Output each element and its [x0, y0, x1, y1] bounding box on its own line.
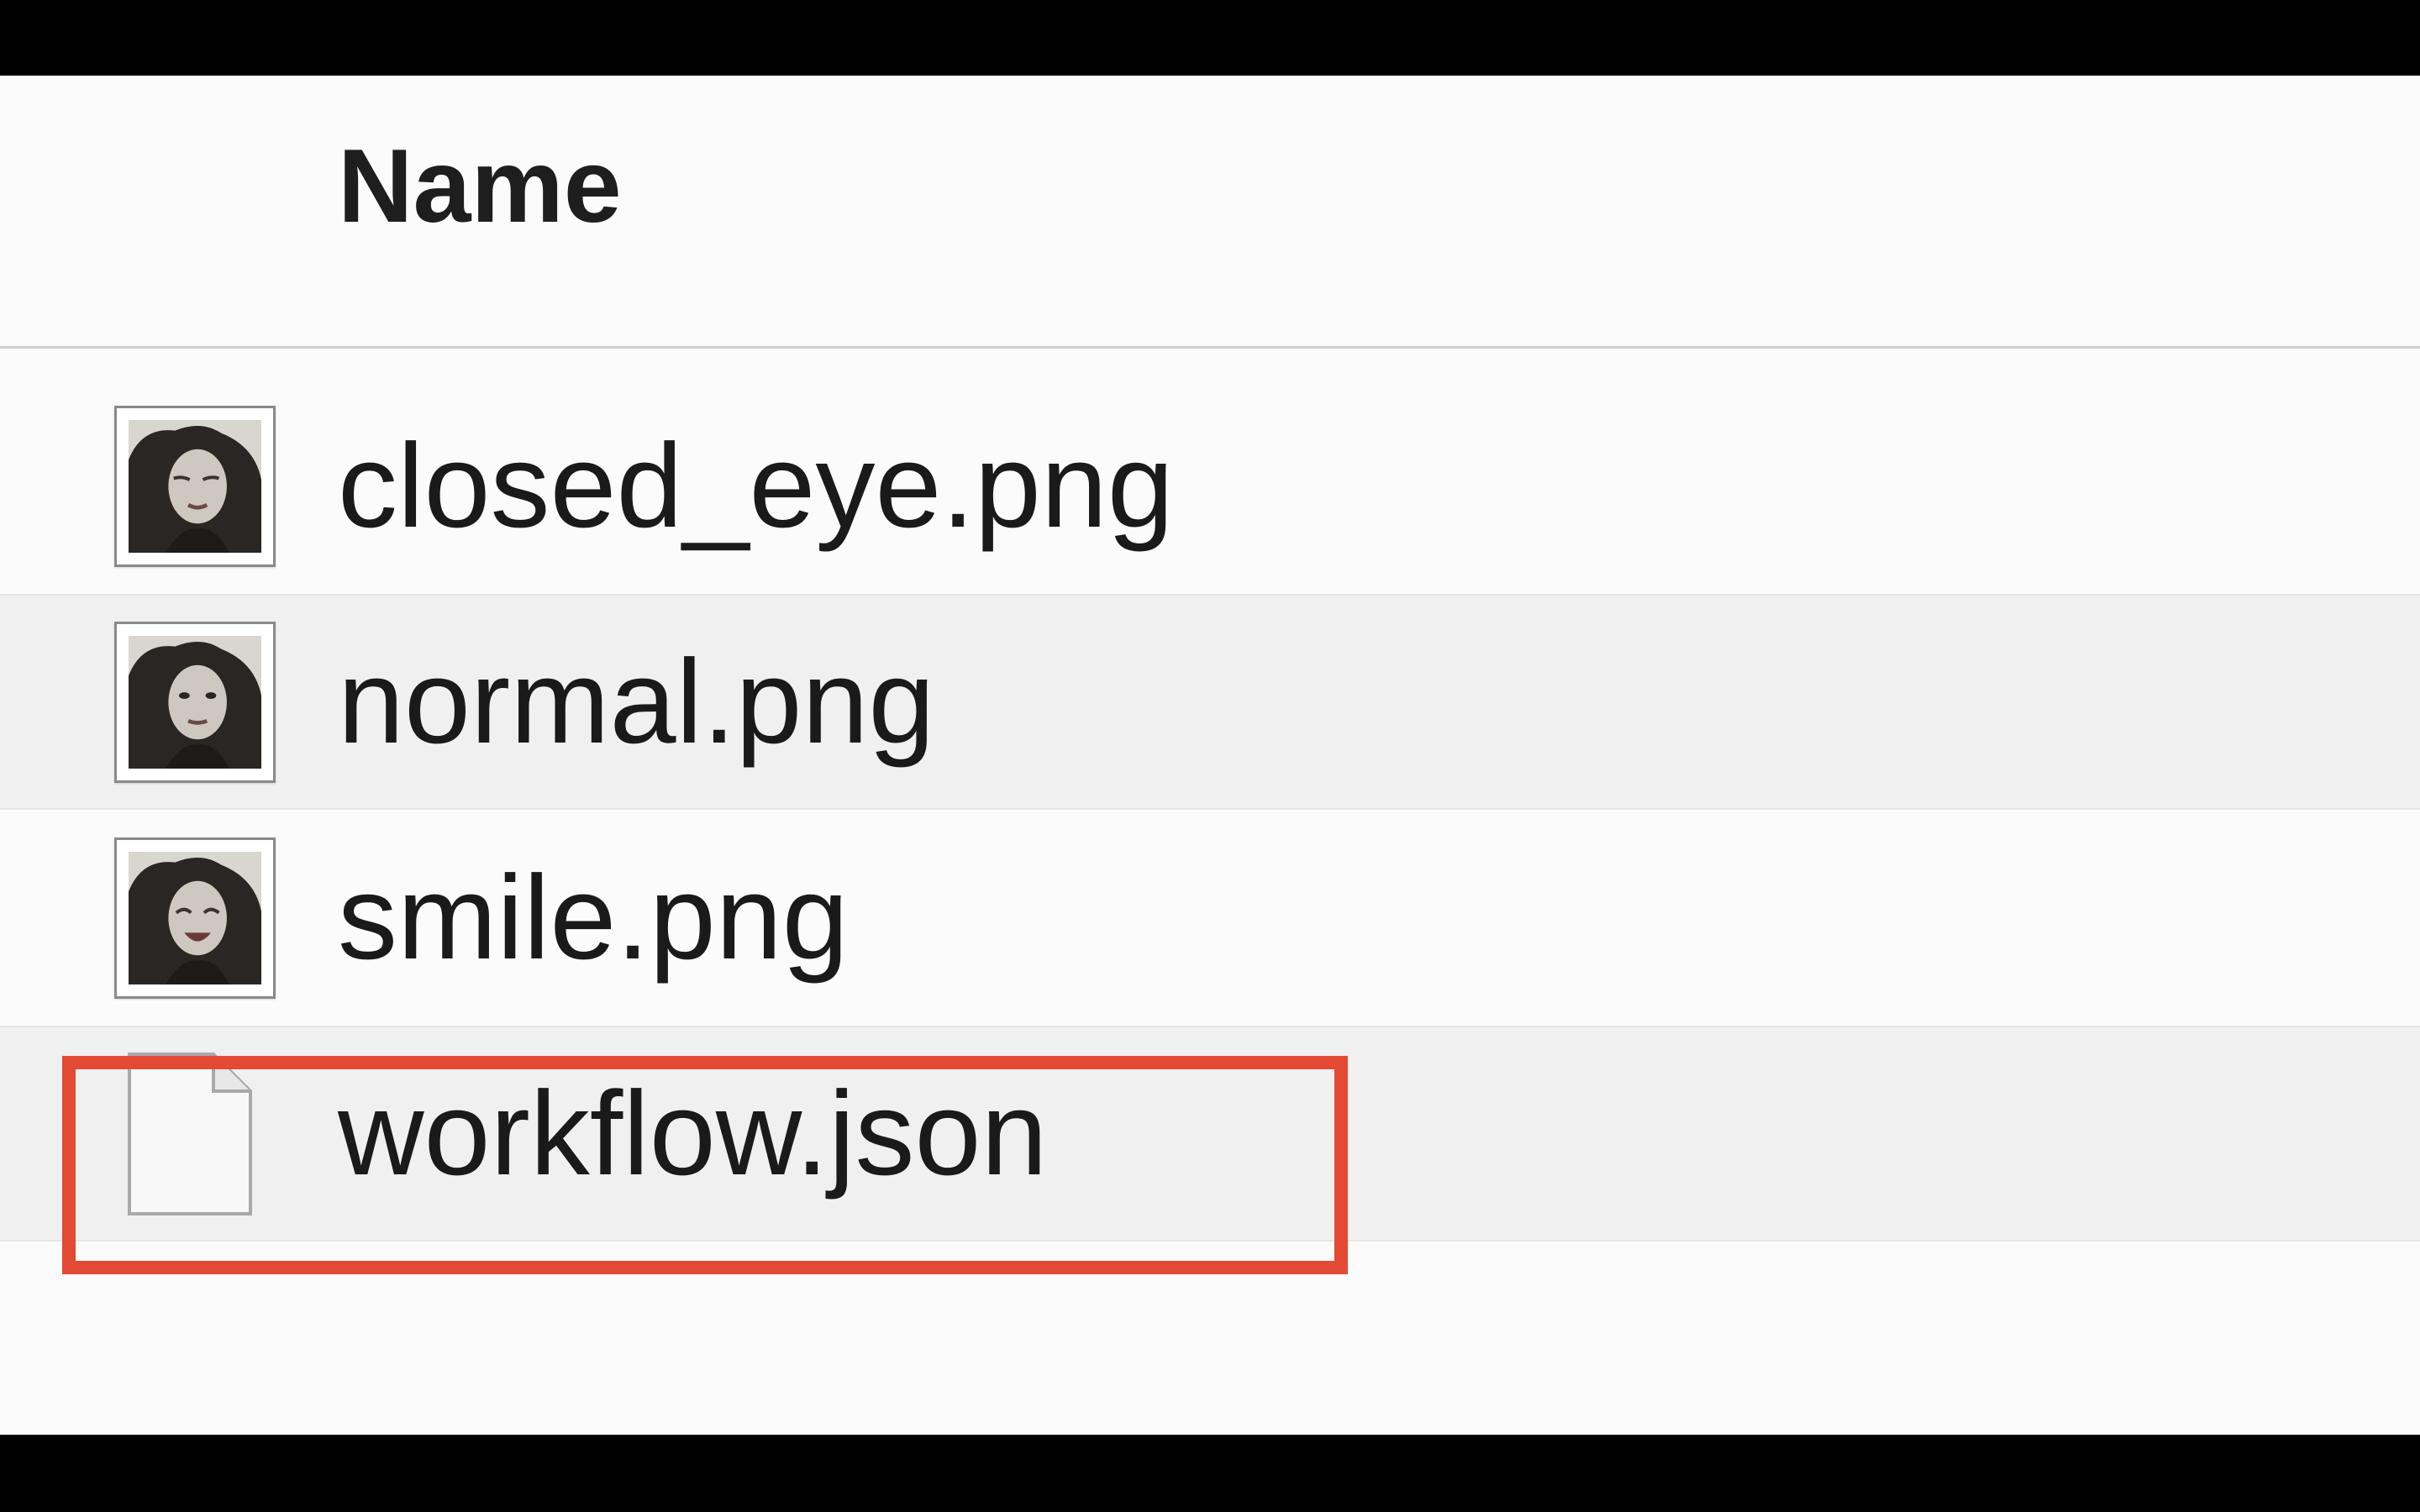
file-name: workflow.json: [338, 1066, 1048, 1200]
file-row-workflow[interactable]: workflow.json: [0, 1026, 2420, 1242]
header-divider: [0, 346, 2420, 349]
file-name: closed_eye.png: [338, 418, 1174, 553]
column-header[interactable]: Name: [0, 76, 2420, 346]
file-name: normal.png: [338, 634, 935, 769]
file-row-closed-eye[interactable]: closed_eye.png: [0, 378, 2420, 594]
finder-list-view: Name closed_eye.png normal.png smile.png…: [0, 76, 2420, 1435]
file-row-smile[interactable]: smile.png: [0, 810, 2420, 1026]
file-name: smile.png: [338, 850, 849, 984]
image-thumbnail-icon: [114, 621, 276, 783]
document-icon: [126, 1051, 254, 1217]
file-row-normal[interactable]: normal.png: [0, 594, 2420, 810]
bottom-black-bar: [0, 1435, 2420, 1512]
image-thumbnail-icon: [114, 837, 276, 999]
top-black-bar: [0, 0, 2420, 76]
name-column-header[interactable]: Name: [338, 134, 622, 239]
image-thumbnail-icon: [114, 405, 276, 567]
